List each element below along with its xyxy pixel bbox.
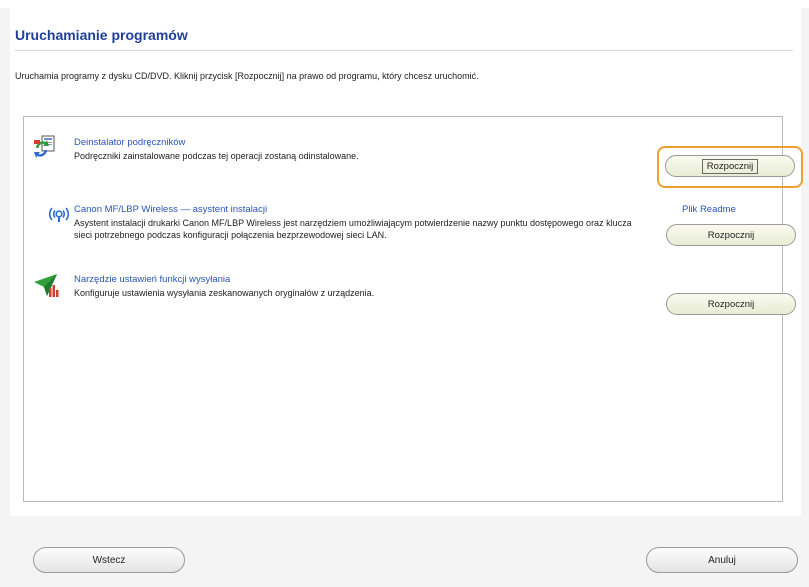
- start-button-wireless[interactable]: Rozpocznij: [666, 224, 796, 246]
- program-desc-uninstaller: Podręczniki zainstalowane podczas tej op…: [74, 151, 359, 161]
- back-button[interactable]: Wstecz: [33, 547, 185, 573]
- start-button-send-settings[interactable]: Rozpocznij: [666, 293, 796, 315]
- program-desc-wireless: Asystent instalacji drukarki Canon MF/LB…: [74, 218, 632, 240]
- start-button-label: Rozpocznij: [701, 159, 759, 174]
- installer-window: Uruchamianie programów Uruchamia program…: [0, 0, 809, 587]
- program-desc-send-settings: Konfiguruje ustawienia wysyłania zeskano…: [74, 288, 375, 298]
- wireless-icon: [47, 202, 71, 226]
- program-title-send-settings[interactable]: Narzędzie ustawień funkcji wysyłania: [74, 274, 230, 285]
- program-title-wireless[interactable]: Canon MF/LBP Wireless — asystent instala…: [74, 204, 267, 215]
- readme-link[interactable]: Plik Readme: [682, 204, 736, 215]
- page-title: Uruchamianie programów: [15, 27, 188, 43]
- top-bar: [0, 0, 809, 8]
- cancel-button[interactable]: Anuluj: [646, 547, 798, 573]
- intro-text: Uruchamia programy z dysku CD/DVD. Klikn…: [15, 71, 479, 81]
- uninstall-manuals-icon: [33, 134, 57, 158]
- title-divider: [15, 50, 793, 51]
- program-title-uninstaller[interactable]: Deinstalator podręczników: [74, 137, 185, 148]
- send-settings-icon: [33, 272, 59, 297]
- start-button-uninstaller[interactable]: Rozpocznij: [665, 155, 795, 177]
